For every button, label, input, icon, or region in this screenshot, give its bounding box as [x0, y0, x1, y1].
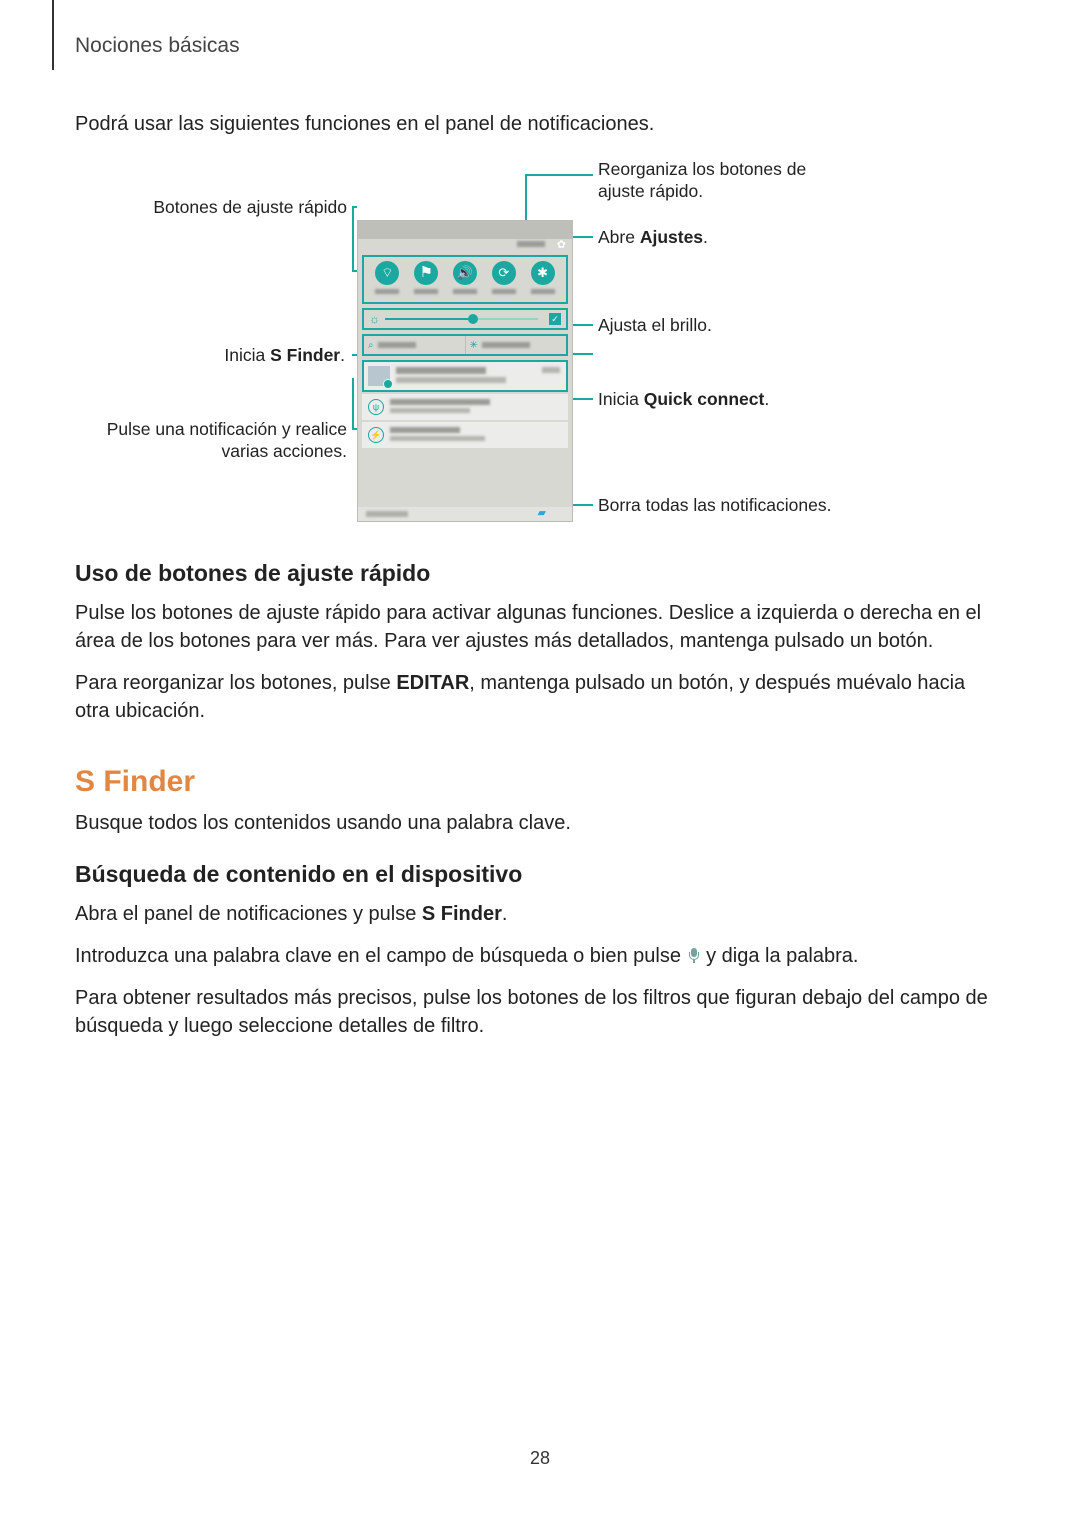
- notification-item: ψ: [362, 394, 568, 420]
- clear-all-icon: ▰: [538, 506, 546, 519]
- panel-header-row: ✿: [358, 239, 572, 253]
- slider-fill: [385, 318, 469, 320]
- header-rule: [52, 0, 54, 70]
- callout-open-settings-pre: Abre: [598, 227, 640, 247]
- quick-settings-p1: Pulse los botones de ajuste rápido para …: [75, 599, 1003, 655]
- p2-pre: Para reorganizar los botones, pulse: [75, 672, 396, 694]
- wifi-icon: ⌔: [375, 261, 399, 285]
- charging-icon: ⚡: [368, 427, 384, 443]
- page-number: 28: [0, 1448, 1080, 1469]
- sfinder-button: ⌕: [364, 336, 466, 354]
- callout-sfinder-post: .: [340, 345, 345, 365]
- label-blurred: [414, 289, 438, 294]
- search-p2-pre: Introduzca una palabra clave en el campo…: [75, 945, 687, 967]
- callout-qc-bold: Quick connect: [644, 389, 765, 409]
- line: [525, 174, 527, 220]
- callout-reorganize: Reorganiza los botones de ajuste rápido.: [598, 158, 848, 202]
- callout-clear-notifications: Borra todas las notificaciones.: [598, 494, 831, 516]
- callout-open-settings-post: .: [703, 227, 708, 247]
- line: [525, 174, 593, 176]
- notification-item: ⚡: [362, 422, 568, 448]
- phone-notification-panel: ✿ ⌔ ⚑ 🔊 ⟳ ✱: [357, 220, 573, 522]
- microphone-icon: [687, 948, 701, 964]
- notification-title-blurred: [390, 427, 460, 433]
- label-blurred: [492, 289, 516, 294]
- location-icon: ⚑: [414, 261, 438, 285]
- edit-label-blurred: [517, 241, 545, 247]
- sfinder-label-blurred: [378, 342, 416, 348]
- notification-title-blurred: [396, 367, 486, 374]
- label-blurred: [531, 289, 555, 294]
- brightness-slider: [385, 318, 538, 320]
- search-icon: ⌕: [368, 340, 374, 351]
- callout-sfinder-pre: Inicia: [224, 345, 270, 365]
- callout-qc-pre: Inicia: [598, 389, 644, 409]
- callout-sfinder-bold: S Finder: [270, 345, 340, 365]
- callout-open-settings: Abre Ajustes.: [598, 226, 708, 248]
- gear-icon: ✿: [557, 240, 566, 251]
- search-p1-pre: Abra el panel de notificaciones y pulse: [75, 903, 422, 925]
- heading-search-content: Búsqueda de contenido en el dispositivo: [75, 861, 1003, 888]
- notification-thumbnail: [368, 366, 390, 386]
- callout-qc-post: .: [764, 389, 769, 409]
- qs-icons-row: ⌔ ⚑ 🔊 ⟳ ✱: [368, 261, 562, 285]
- slider-thumb: [468, 314, 478, 324]
- label-blurred: [453, 289, 477, 294]
- notification-time-blurred: [542, 367, 560, 373]
- qs-icon-labels: [368, 289, 562, 294]
- search-p1: Abra el panel de notificaciones y pulse …: [75, 900, 1003, 928]
- notification-subtitle-blurred: [390, 436, 485, 441]
- rotate-icon: ⟳: [492, 261, 516, 285]
- page: Nociones básicas Podrá usar las siguient…: [0, 0, 1080, 1527]
- search-p3: Para obtener resultados más precisos, pu…: [75, 984, 1003, 1040]
- carrier-label-blurred: [366, 511, 408, 517]
- brightness-row: ☼ ✓: [362, 308, 568, 330]
- sun-icon: ☼: [369, 312, 380, 326]
- intro-paragraph: Podrá usar las siguientes funciones en e…: [75, 110, 1003, 138]
- search-p2: Introduzca una palabra clave en el campo…: [75, 942, 1003, 970]
- notification-subtitle-blurred: [396, 377, 506, 383]
- line: [352, 206, 354, 270]
- search-p1-post: .: [502, 903, 508, 925]
- search-p2-post: y diga la palabra.: [701, 945, 859, 967]
- search-p1-bold: S Finder: [422, 903, 502, 925]
- quick-connect-button: ✳: [466, 336, 567, 354]
- auto-brightness-checkbox: ✓: [549, 313, 561, 325]
- p2-bold: EDITAR: [396, 672, 469, 694]
- panel-bottom-bar: ▰: [358, 507, 572, 521]
- sfinder-p1: Busque todos los contenidos usando una p…: [75, 809, 1003, 837]
- callout-open-settings-bold: Ajustes: [640, 227, 703, 247]
- sfinder-quickconnect-row: ⌕ ✳: [362, 334, 568, 356]
- usb-icon: ψ: [368, 399, 384, 415]
- sound-icon: 🔊: [453, 261, 477, 285]
- label-blurred: [375, 289, 399, 294]
- quick-connect-label-blurred: [482, 342, 530, 348]
- heading-quick-settings: Uso de botones de ajuste rápido: [75, 560, 1003, 587]
- notification-panel-figure: Reorganiza los botones de ajuste rápido.…: [75, 160, 1003, 530]
- thumbnail-badge: [383, 379, 393, 389]
- line: [352, 378, 354, 428]
- status-bar: [358, 221, 572, 239]
- quick-connect-icon: ✳: [470, 340, 478, 351]
- content: Podrá usar las siguientes funciones en e…: [75, 110, 1003, 1054]
- callout-quick-connect: Inicia Quick connect.: [598, 388, 769, 410]
- callout-brightness: Ajusta el brillo.: [598, 314, 712, 336]
- notification-title-blurred: [390, 399, 490, 405]
- callout-sfinder: Inicia S Finder.: [145, 344, 345, 366]
- quick-settings-panel: ⌔ ⚑ 🔊 ⟳ ✱: [362, 255, 568, 304]
- notification-subtitle-blurred: [390, 408, 470, 413]
- heading-sfinder: S Finder: [75, 765, 1003, 799]
- callout-qs-buttons: Botones de ajuste rápido: [97, 196, 347, 218]
- callout-tap-notification: Pulse una notificación y realice varias …: [97, 418, 347, 462]
- section-header: Nociones básicas: [75, 34, 240, 58]
- notification-card: [362, 360, 568, 392]
- quick-settings-p2: Para reorganizar los botones, pulse EDIT…: [75, 669, 1003, 725]
- bluetooth-icon: ✱: [531, 261, 555, 285]
